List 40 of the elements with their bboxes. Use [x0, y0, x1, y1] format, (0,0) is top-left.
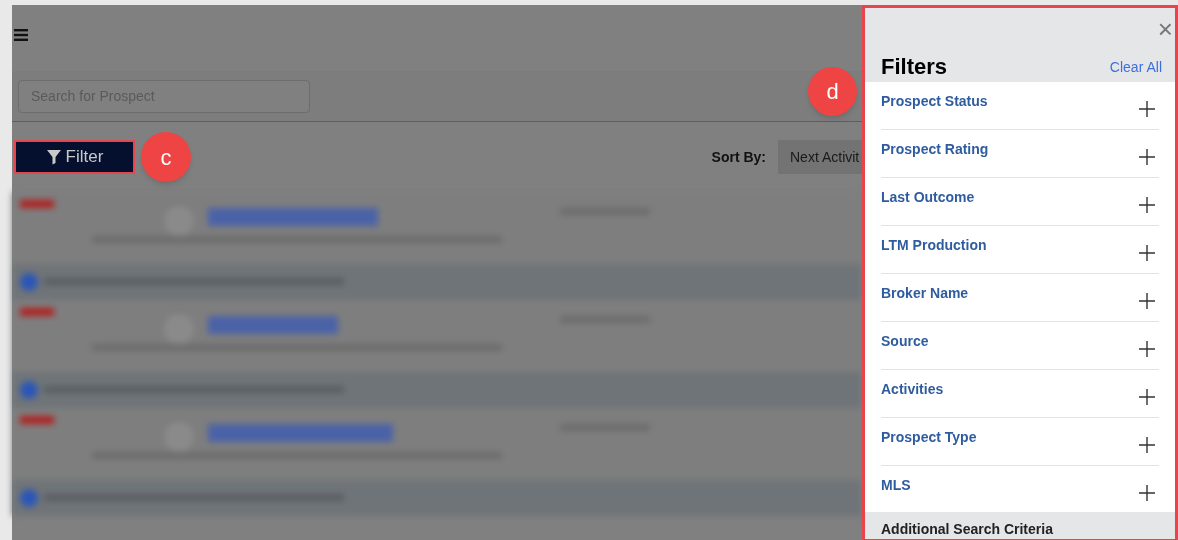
funnel-icon: [45, 149, 62, 165]
plus-icon[interactable]: [1139, 292, 1155, 309]
section-label: Additional Search Criteria: [881, 521, 1053, 537]
filter-label: Broker Name: [881, 284, 969, 303]
filter-row[interactable]: Last Outcome: [881, 178, 1159, 226]
plus-icon[interactable]: [1139, 244, 1155, 261]
close-button[interactable]: ×: [1157, 16, 1173, 42]
plus-icon[interactable]: [1139, 100, 1155, 117]
menu-icon[interactable]: [14, 29, 28, 41]
filter-label: Prospect Type: [881, 428, 977, 447]
filter-label: Source: [881, 332, 929, 351]
date-badge: [20, 200, 54, 208]
filter-label: Prospect Rating: [881, 140, 989, 159]
filter-label: Activities: [881, 380, 944, 399]
callout-marker: c: [141, 132, 191, 182]
filter-row[interactable]: Prospect Rating: [881, 130, 1159, 178]
filter-row[interactable]: Source: [881, 322, 1159, 370]
plus-icon[interactable]: [1139, 436, 1155, 453]
filter-label: LTM Production: [881, 236, 987, 255]
date-badge: [20, 308, 54, 316]
filter-row[interactable]: Prospect Type: [881, 418, 1159, 466]
plus-icon[interactable]: [1139, 484, 1155, 501]
sort-label: Sort By:: [711, 147, 766, 167]
filter-row[interactable]: Broker Name: [881, 274, 1159, 322]
plus-icon[interactable]: [1139, 148, 1155, 165]
filter-button[interactable]: Filter: [14, 140, 135, 174]
clear-all-link[interactable]: Clear All: [1109, 57, 1162, 78]
filter-row[interactable]: Activities: [881, 370, 1159, 418]
filter-label: Prospect Status: [881, 92, 988, 111]
panel-title: Filters: [881, 53, 948, 81]
sort-dropdown[interactable]: Next Activit: [778, 140, 862, 174]
plus-icon[interactable]: [1139, 196, 1155, 213]
filter-label: Last Outcome: [881, 188, 975, 207]
filter-label: MLS: [881, 476, 911, 495]
section-header[interactable]: Additional Search Criteria: [865, 512, 1175, 539]
filter-row[interactable]: LTM Production: [881, 226, 1159, 274]
filter-row[interactable]: Prospect Status: [881, 82, 1159, 130]
plus-icon[interactable]: [1139, 340, 1155, 357]
plus-icon[interactable]: [1139, 388, 1155, 405]
date-badge: [20, 416, 54, 424]
